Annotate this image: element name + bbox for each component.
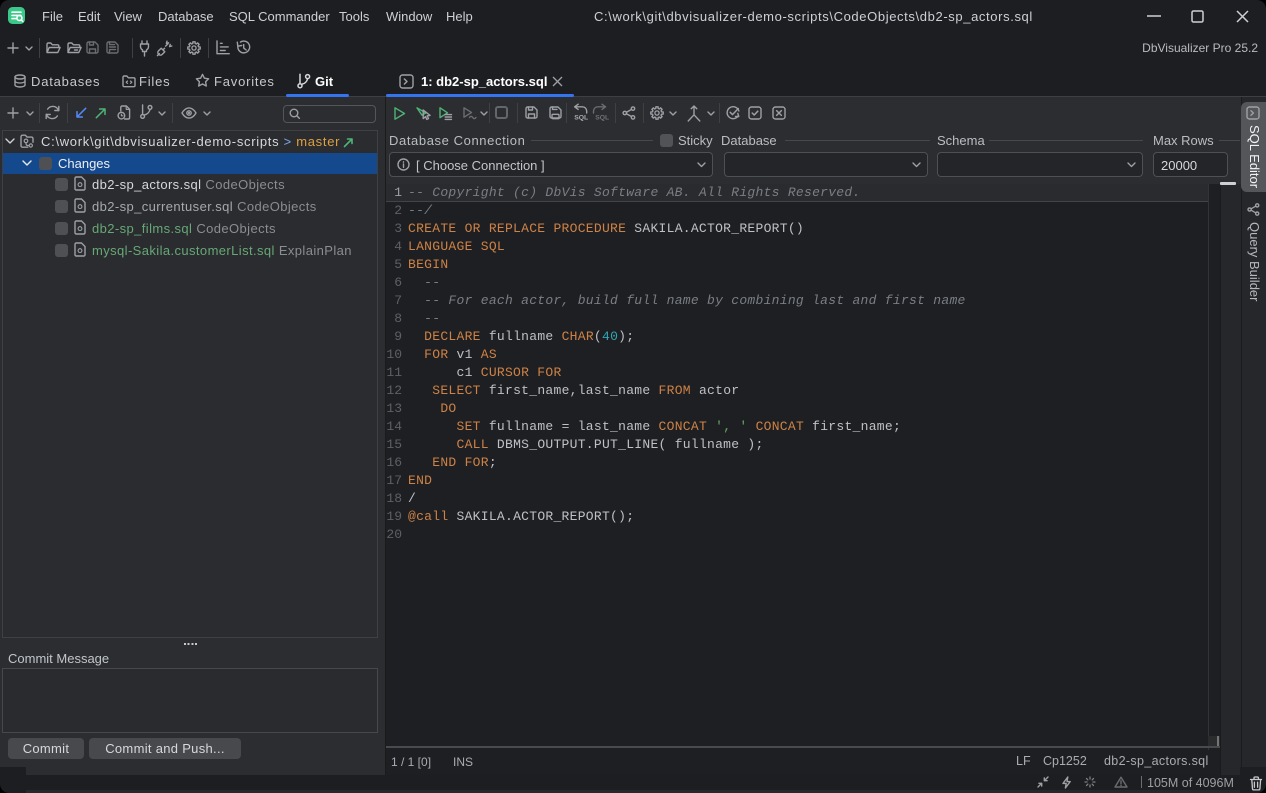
svg-text:SQL: SQL	[595, 115, 609, 122]
svg-text:SQL: SQL	[574, 115, 588, 122]
